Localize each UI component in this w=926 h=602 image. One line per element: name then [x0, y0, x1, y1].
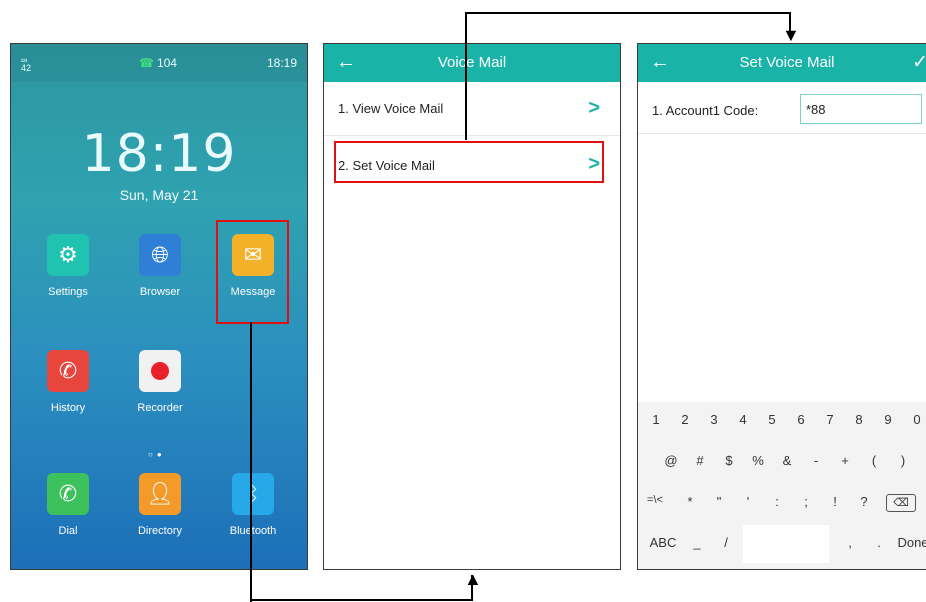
key[interactable]: 0 — [904, 412, 926, 427]
app-label: History — [50, 402, 86, 414]
key[interactable]: * — [677, 494, 703, 509]
connector-line — [465, 12, 791, 14]
key[interactable]: @ — [658, 453, 684, 468]
key[interactable]: =\< — [642, 494, 668, 506]
app-bluetooth[interactable]: ᛒ Bluetooth — [213, 473, 293, 537]
keyboard-row-symbols: @ # $ % & - + ( ) — [638, 443, 926, 481]
page-title: Set Voice Mail — [739, 54, 835, 71]
header: ← Voice Mail — [324, 44, 620, 82]
call-label: 104 — [156, 56, 177, 70]
record-icon — [139, 350, 181, 392]
page-indicator: ○● — [148, 450, 166, 459]
keyboard-row-punctuation: =\< * " ' : ; ! ? ⌫ — [638, 484, 926, 522]
key[interactable]: # — [687, 453, 713, 468]
key[interactable]: $ — [716, 453, 742, 468]
key[interactable]: ' — [735, 494, 761, 509]
connector-line — [250, 322, 252, 602]
key[interactable]: 1 — [643, 412, 669, 427]
voice-mail-screen: ← Voice Mail 1. View Voice Mail > 2. Set… — [323, 43, 621, 570]
set-voice-mail-screen: ← Set Voice Mail ✓ 1. Account1 Code: *88… — [637, 43, 926, 570]
account-code-input[interactable]: *88 — [800, 94, 922, 124]
key[interactable]: 5 — [759, 412, 785, 427]
key[interactable]: & — [774, 453, 800, 468]
arrow-down-icon: ▼ — [782, 25, 800, 45]
status-bar: ∞ 42 ☎ 104 18:19 — [11, 44, 307, 82]
app-label: Dial — [58, 525, 78, 537]
chevron-right-icon: > — [588, 97, 600, 119]
key[interactable]: " — [706, 494, 732, 509]
key[interactable]: . — [866, 535, 892, 550]
keyboard: 1 2 3 4 5 6 7 8 9 0 @ # $ % & - + ( ) =\… — [638, 402, 926, 569]
page-title: Voice Mail — [437, 54, 507, 71]
backspace-icon[interactable]: ⌫ — [886, 494, 916, 512]
globe-icon: 🌐︎ — [139, 234, 181, 276]
keyboard-row-bottom: ABC _ / , . Done — [638, 525, 926, 563]
missed-call-icon: ✆ — [47, 350, 89, 392]
bluetooth-icon: ᛒ — [232, 473, 274, 515]
status-time: 18:19 — [266, 56, 297, 70]
key[interactable]: ? — [851, 494, 877, 509]
header: ← Set Voice Mail ✓ — [638, 44, 926, 82]
key[interactable]: ( — [861, 453, 887, 468]
app-settings[interactable]: ⚙ Settings — [28, 234, 108, 298]
connector-line — [465, 12, 467, 140]
line-icon: ∞ 42 — [21, 55, 32, 73]
contact-icon: 👤︎ — [139, 473, 181, 515]
key[interactable]: - — [803, 453, 829, 468]
app-browser[interactable]: 🌐︎ Browser — [120, 234, 200, 298]
app-history[interactable]: ✆ History — [28, 350, 108, 414]
key[interactable]: 9 — [875, 412, 901, 427]
list-item-view-voice-mail[interactable]: 1. View Voice Mail > — [324, 84, 620, 136]
signal-value: 42 — [21, 63, 32, 73]
item-label: 1. View Voice Mail — [338, 101, 444, 116]
home-screen: ∞ 42 ☎ 104 18:19 18:19 Sun, May 21 ⚙ Setti… — [10, 43, 308, 570]
checkmark-icon[interactable]: ✓ — [912, 51, 926, 74]
phone-icon: ✆ — [47, 473, 89, 515]
key[interactable]: 3 — [701, 412, 727, 427]
app-label: Directory — [137, 525, 182, 537]
date: Sun, May 21 — [119, 187, 199, 203]
key[interactable]: ; — [793, 494, 819, 509]
key[interactable]: ) — [890, 453, 916, 468]
key[interactable]: 7 — [817, 412, 843, 427]
key[interactable]: 8 — [846, 412, 872, 427]
key[interactable]: 2 — [672, 412, 698, 427]
message-highlight — [216, 220, 289, 324]
key[interactable]: 6 — [788, 412, 814, 427]
keyboard-row-numbers: 1 2 3 4 5 6 7 8 9 0 — [638, 402, 926, 440]
key[interactable]: , — [837, 535, 863, 550]
app-label: Recorder — [137, 402, 183, 414]
key[interactable]: _ — [684, 535, 710, 550]
app-dial[interactable]: ✆ Dial — [28, 473, 108, 537]
key[interactable]: 4 — [730, 412, 756, 427]
app-label: Settings — [48, 286, 88, 298]
field-label: 1. Account1 Code: — [652, 103, 759, 118]
key[interactable]: ! — [822, 494, 848, 509]
key-abc[interactable]: ABC — [646, 535, 680, 550]
key[interactable]: % — [745, 453, 771, 468]
app-recorder[interactable]: Recorder — [120, 350, 200, 414]
app-directory[interactable]: 👤︎ Directory — [120, 473, 200, 537]
call-indicator: ☎ 104 — [139, 56, 177, 70]
set-voice-mail-highlight — [334, 141, 604, 183]
app-label: Browser — [139, 286, 181, 298]
key[interactable]: / — [713, 535, 739, 550]
gear-icon: ⚙ — [47, 234, 89, 276]
arrow-up-icon: ▲ — [464, 569, 482, 589]
key[interactable]: : — [764, 494, 790, 509]
clock: 18:19 — [81, 124, 237, 184]
key[interactable]: + — [832, 453, 858, 468]
app-label: Bluetooth — [229, 525, 277, 537]
key-done[interactable]: Done — [893, 535, 926, 550]
